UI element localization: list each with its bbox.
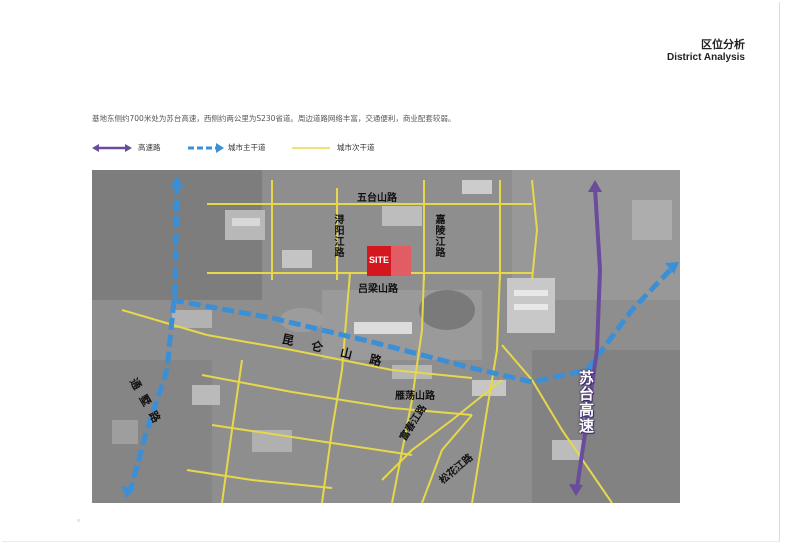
main-road-legend-icon: [188, 143, 224, 153]
legend-label-secondary-road: 城市次干道: [337, 143, 375, 152]
legend-label-main-road: 城市主干道: [228, 143, 266, 152]
page-title-cn: 区位分析: [701, 38, 745, 51]
secondary-road-legend-icon: [292, 147, 330, 149]
district-map: SITE 五台山路 浔阳江路 嘉陵江路 吕梁山路 昆仑山路 通墅路 雁荡山路 富…: [92, 170, 680, 503]
road-label-wutaishan: 五台山路: [357, 193, 397, 204]
road-label-jialingjiang: 嘉陵江路: [433, 214, 444, 258]
page-title-en: District Analysis: [667, 52, 745, 63]
expressway-label: 苏台高速: [577, 370, 595, 434]
site-block-secondary: [391, 246, 411, 276]
legend-secondary-road: 城市次干道: [292, 141, 402, 155]
map-graphics: [92, 170, 680, 503]
description-text: 基地东侧约700米处为苏台高速，西侧约两公里为S230省道。周边道路网络丰富，交…: [92, 114, 456, 123]
road-label-xunyangjiang: 浔阳江路: [332, 214, 343, 258]
legend-expressway: 高速路: [92, 141, 192, 155]
road-label-yandangshan: 雁荡山路: [395, 391, 435, 402]
legend-label-expressway: 高速路: [138, 143, 161, 152]
site-label: SITE: [369, 255, 390, 265]
expressway-legend-icon: [92, 144, 132, 152]
decorative-dot: [77, 519, 80, 522]
site-marker: SITE: [367, 246, 411, 276]
map-legend: 高速路 城市主干道 城市次干道: [92, 141, 472, 155]
road-label-lvliangshan: 吕梁山路: [358, 284, 398, 295]
legend-main-road: 城市主干道: [188, 141, 298, 155]
